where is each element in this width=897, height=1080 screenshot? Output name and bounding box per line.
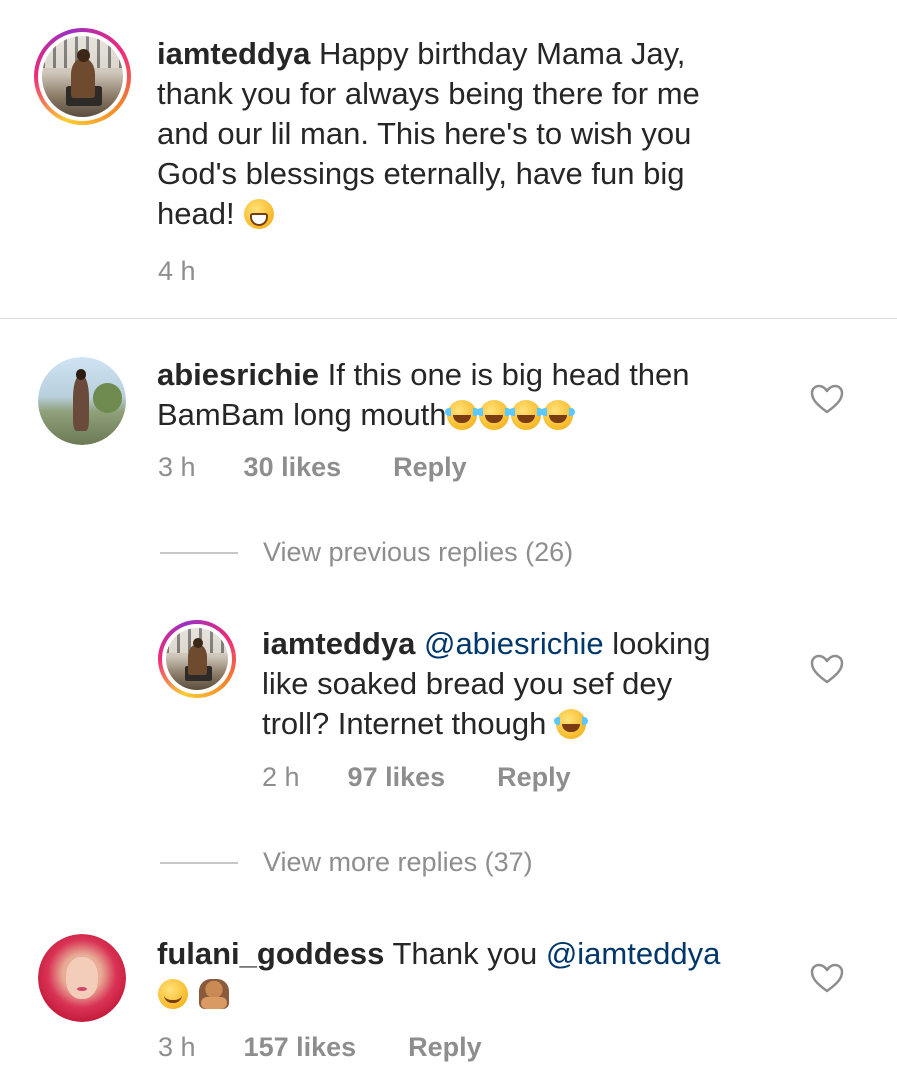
reply-text: iamteddya @abiesrichie looking like soak…	[262, 626, 711, 741]
comment-username[interactable]: fulani_goddess	[157, 936, 384, 971]
comment-username[interactable]: iamteddya	[157, 36, 310, 71]
comment-meta: 4 h	[158, 256, 244, 287]
avatar-iamteddya[interactable]	[158, 620, 236, 698]
comment-username[interactable]: iamteddya	[262, 626, 415, 661]
comment-time: 4 h	[158, 256, 196, 286]
tears-of-joy-emoji	[553, 709, 588, 739]
avatar-fulani-goddess[interactable]	[38, 934, 126, 1022]
mention-link[interactable]: @iamteddya	[546, 936, 721, 971]
smiling-face-emoji	[158, 979, 188, 1009]
tears-of-joy-emoji	[445, 400, 480, 430]
view-previous-replies-button[interactable]: View previous replies (26)	[160, 537, 573, 568]
avatar-iamteddya[interactable]	[34, 28, 131, 125]
view-more-replies-button[interactable]: View more replies (37)	[160, 847, 533, 878]
avatar-abiesrichie[interactable]	[38, 357, 126, 445]
comment-meta: 2 h 97 likes Reply	[262, 762, 571, 793]
like-count[interactable]: 157 likes	[244, 1032, 357, 1063]
comment-username[interactable]: abiesrichie	[157, 357, 319, 392]
reply-button[interactable]: Reply	[408, 1032, 482, 1063]
heart-outline-icon[interactable]	[810, 963, 844, 993]
divider	[0, 318, 897, 319]
like-count[interactable]: 97 likes	[348, 762, 446, 793]
comment-text: abiesrichie If this one is big head then…	[157, 357, 690, 432]
thread-line	[160, 551, 238, 554]
reply-button[interactable]: Reply	[497, 762, 571, 793]
comment-text: fulani_goddess Thank you @iamteddya	[157, 934, 797, 1014]
view-more-label: View more replies (37)	[263, 847, 533, 877]
comment-meta: 3 h 30 likes Reply	[158, 452, 467, 483]
tears-of-joy-emoji	[477, 400, 512, 430]
comment-time: 3 h	[158, 452, 196, 482]
reply-button[interactable]: Reply	[393, 452, 467, 483]
tears-of-joy-emoji	[509, 400, 544, 430]
thread-line	[160, 861, 238, 864]
comment-time: 3 h	[158, 1032, 196, 1062]
heart-outline-icon[interactable]	[810, 384, 844, 414]
heart-outline-icon[interactable]	[810, 654, 844, 684]
comment-meta: 3 h 157 likes Reply	[158, 1032, 482, 1063]
caption-text: iamteddya Happy birthday Mama Jay, thank…	[157, 36, 700, 231]
person-facepalming-emoji	[198, 979, 229, 1009]
view-previous-label: View previous replies (26)	[263, 537, 574, 567]
mention-link[interactable]: @abiesrichie	[424, 626, 604, 661]
comment-time: 2 h	[262, 762, 300, 792]
like-count[interactable]: 30 likes	[244, 452, 342, 483]
grinning-face-emoji	[244, 199, 275, 229]
tears-of-joy-emoji	[541, 400, 576, 430]
